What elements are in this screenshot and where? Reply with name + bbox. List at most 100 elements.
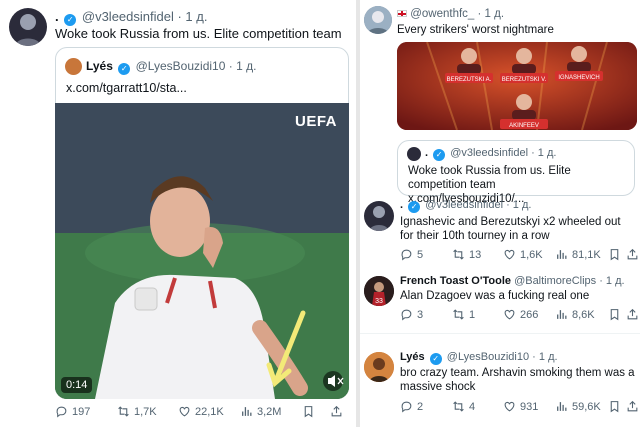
avatar-image: 33 [364, 276, 394, 306]
bookmark-button[interactable] [302, 405, 315, 418]
reply-header: French Toast O'Toole @BaltimoreClips · 1… [400, 275, 625, 287]
reply-text: Ignashevic and Berezutskyi x2 wheeled ou… [400, 216, 621, 242]
reply-icon [55, 405, 68, 418]
like-button[interactable]: 1,6K [503, 248, 543, 261]
display-name[interactable]: French Toast O'Toole [400, 275, 511, 287]
retweet-icon [452, 308, 465, 321]
reply-button[interactable]: 197 [55, 405, 90, 418]
quote-link[interactable]: x.com/tgarratt10/sta... [66, 81, 187, 95]
share-button[interactable] [626, 400, 639, 413]
reply-button[interactable]: 3 [400, 308, 423, 321]
timestamp[interactable]: · 1 д. [506, 199, 531, 211]
avatar [65, 58, 82, 75]
svg-text:33: 33 [375, 298, 383, 305]
retweet-button[interactable]: 1 [452, 308, 475, 321]
views-icon [555, 400, 568, 413]
player-label: BEREZUTSKI V. [502, 77, 547, 83]
flag-icon [397, 10, 407, 17]
bookmark-button[interactable] [608, 308, 621, 321]
handle[interactable]: @owenthfc_ [410, 8, 474, 20]
retweet-button[interactable]: 4 [452, 400, 475, 413]
post-image[interactable]: BEREZUTSKI A. BEREZUTSKI V. IGNASHEVICH … [397, 42, 637, 130]
like-button[interactable]: 266 [503, 308, 538, 321]
bookmark-icon [608, 308, 621, 321]
share-button[interactable] [626, 248, 639, 261]
like-icon [503, 400, 516, 413]
views-button[interactable]: 81,1K [555, 248, 601, 261]
reply-icon [400, 400, 413, 413]
timestamp[interactable]: · 1 д. [177, 9, 207, 24]
post-header: @owenthfc_ · 1 д. [397, 8, 504, 20]
display-name[interactable]: Lyés [400, 351, 425, 363]
display-name[interactable]: . [400, 199, 403, 211]
video-duration: 0:14 [61, 377, 93, 393]
verified-icon: ✓ [118, 63, 131, 75]
avatar[interactable] [9, 8, 47, 46]
timestamp[interactable]: · 1 д. [599, 275, 624, 287]
handle[interactable]: @LyesBouzidi10 [447, 351, 529, 363]
views-icon [555, 248, 568, 261]
avatar-image [364, 352, 394, 382]
bookmark-button[interactable] [608, 248, 621, 261]
retweet-button[interactable]: 1,7K [117, 405, 157, 418]
players-graphic: BEREZUTSKI A. BEREZUTSKI V. IGNASHEVICH … [397, 42, 637, 130]
quote-header: Lyés ✓ @LyesBouzidi10 · 1 д. [86, 59, 256, 75]
bookmark-icon [608, 400, 621, 413]
share-button[interactable] [626, 308, 639, 321]
verified-icon: ✓ [429, 353, 442, 365]
handle[interactable]: @BaltimoreClips [514, 275, 596, 287]
share-button[interactable] [330, 405, 343, 418]
avatar [407, 147, 421, 161]
avatar[interactable] [364, 352, 394, 382]
quote-card[interactable]: Lyés ✓ @LyesBouzidi10 · 1 д. x.com/tgarr… [55, 47, 349, 399]
views-button[interactable]: 59,6K [555, 400, 601, 413]
timestamp[interactable]: · 1 д. [478, 8, 505, 20]
reply-header: Lyés ✓ @LyesBouzidi10 · 1 д. [400, 351, 558, 365]
reply-text: Alan Dzagoev was a fucking real one [400, 290, 590, 302]
bookmark-icon [302, 405, 315, 418]
video-frame [55, 103, 349, 399]
views-button[interactable]: 3,2M [240, 405, 281, 418]
avatar[interactable] [364, 201, 394, 231]
views-icon [555, 308, 568, 321]
like-icon [178, 405, 191, 418]
avatar-image [364, 6, 392, 34]
reply-divider [360, 333, 640, 334]
like-button[interactable]: 22,1K [178, 405, 224, 418]
avatar[interactable] [364, 6, 392, 34]
retweet-icon [117, 405, 130, 418]
avatar[interactable]: 33 [364, 276, 394, 306]
display-name: . [425, 147, 429, 159]
avatar-image [369, 206, 389, 231]
timestamp: · 1 д. [531, 147, 557, 159]
like-button[interactable]: 931 [503, 400, 538, 413]
verified-icon: ✓ [408, 201, 421, 213]
like-icon [503, 248, 516, 261]
share-icon [626, 400, 639, 413]
share-icon [626, 248, 639, 261]
bookmark-button[interactable] [608, 400, 621, 413]
reply-button[interactable]: 2 [400, 400, 423, 413]
reply-text: bro crazy team. Arshavin smoking them wa… [400, 367, 635, 393]
handle: @LyesBouzidi10 [135, 59, 226, 73]
handle[interactable]: @v3leedsinfidel [82, 9, 174, 24]
video-player[interactable]: UEFA 0:14 [55, 103, 349, 399]
display-name[interactable]: . [55, 9, 59, 24]
like-icon [503, 308, 516, 321]
player-label: BEREZUTSKI A. [447, 77, 492, 83]
reply-button[interactable]: 5 [400, 248, 423, 261]
handle[interactable]: @v3leedsinfidel [425, 199, 503, 211]
retweet-icon [452, 400, 465, 413]
player-label: IGNASHEVICH [558, 75, 599, 81]
quote-card[interactable]: . ✓ @v3leedsinfidel · 1 д. Woke took Rus… [397, 140, 635, 205]
views-icon [240, 405, 253, 418]
timestamp[interactable]: · 1 д. [532, 351, 557, 363]
tweet-header: . ✓ @v3leedsinfidel · 1 д. [55, 9, 207, 26]
avatar-image [15, 14, 41, 46]
retweet-button[interactable]: 13 [452, 248, 481, 261]
share-icon [626, 308, 639, 321]
handle: @v3leedsinfidel [450, 147, 529, 159]
post-text: Every strikers' worst nightmare [397, 24, 554, 36]
views-button[interactable]: 8,6K [555, 308, 595, 321]
reply-icon [400, 308, 413, 321]
